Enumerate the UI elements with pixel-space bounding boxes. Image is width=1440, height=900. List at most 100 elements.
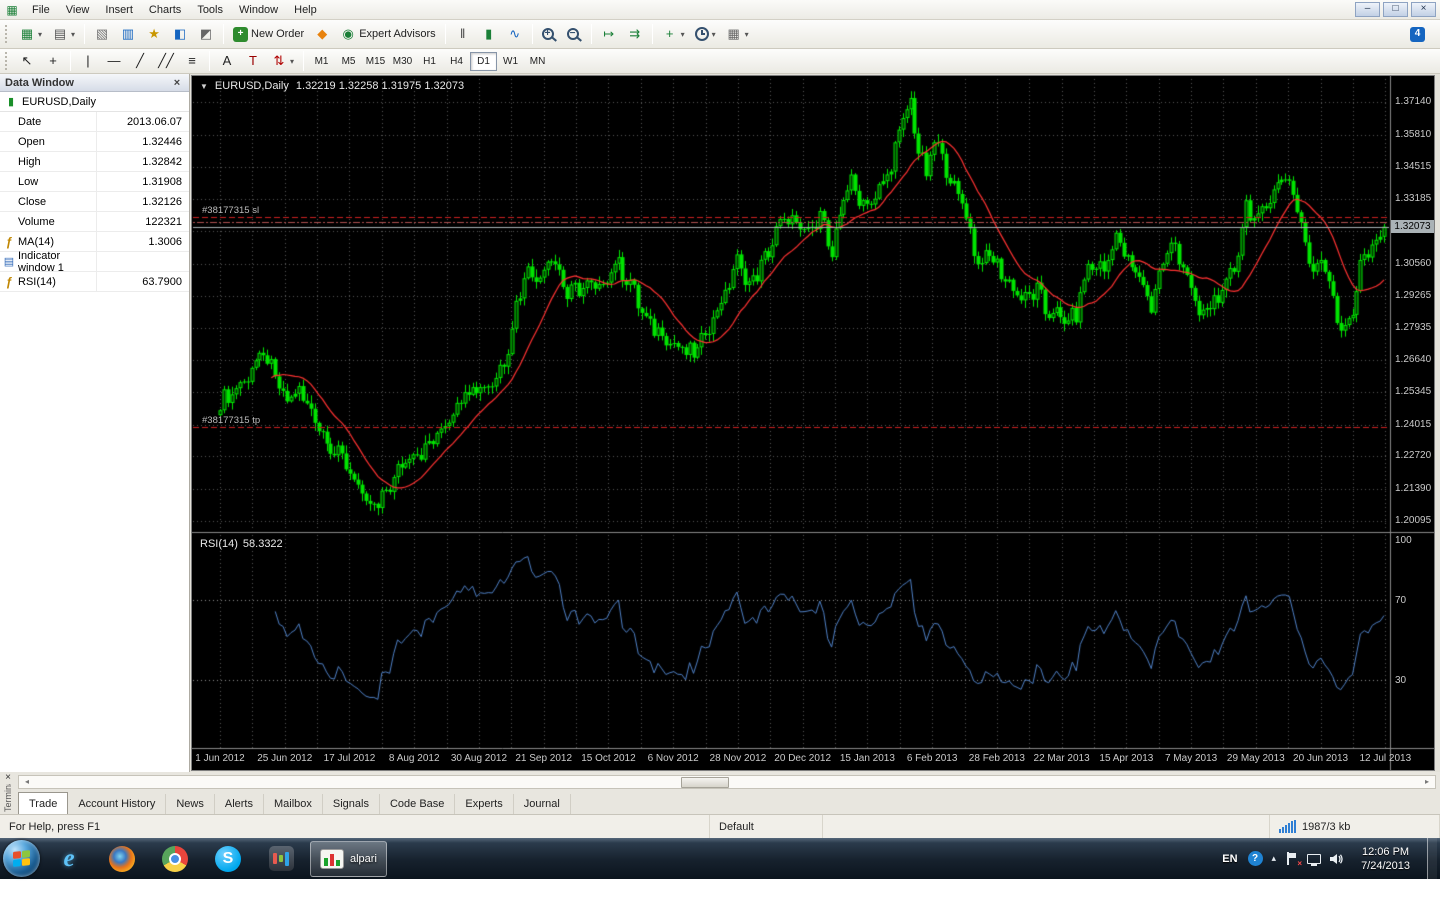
date-axis-label: 6 Feb 2013 [907,753,958,764]
new-chart-button[interactable]: ▦▾ [14,23,47,45]
navigator-button[interactable]: ★ [141,23,167,45]
data-window-button[interactable]: ◧ [167,23,193,45]
system-tray: EN ? ▴ × 12:06 PM 7/24/2013 [1222,838,1437,879]
auto-scroll-button[interactable]: ↦ [596,23,622,45]
dropdown-arrow-icon: ▾ [681,30,685,39]
arrows-button[interactable]: ⇅▾ [266,50,299,72]
internet-explorer-button[interactable]: e [45,841,93,877]
menu-window[interactable]: Window [231,2,286,18]
timeframe-m15[interactable]: M15 [362,52,389,71]
menu-charts[interactable]: Charts [141,2,189,18]
zoom-in-button[interactable]: + [537,23,562,45]
channel-button[interactable]: ╱╱ [153,50,179,72]
tab-experts[interactable]: Experts [455,794,513,814]
cursor-button[interactable]: ↖ [14,50,40,72]
text-button[interactable]: A [214,50,240,72]
timeframe-d1[interactable]: D1 [470,52,497,71]
periods-button[interactable]: ▾ [690,23,721,45]
skype-button[interactable]: S [204,841,252,877]
timeframe-m30[interactable]: M30 [389,52,416,71]
metatrader-alpari-button[interactable]: alpari [310,841,387,877]
scroll-right-icon[interactable]: ▸ [1419,776,1435,788]
display-icon[interactable] [1307,854,1321,864]
chart-shift-button[interactable]: ⇉ [622,23,648,45]
indicators-button[interactable]: +▾ [657,23,690,45]
metaeditor-button[interactable]: ◆ [309,23,335,45]
menu-help[interactable]: Help [286,2,325,18]
candlestick-chart-button[interactable]: ▮ [476,23,502,45]
expert-advisors-button[interactable]: ◉Expert Advisors [335,23,440,45]
tab-mailbox[interactable]: Mailbox [264,794,323,814]
fibonacci-button[interactable]: ≡ [179,50,205,72]
bar-chart-button[interactable]: ‖ [450,23,476,45]
community-button[interactable]: 4 [1405,23,1430,45]
vertical-line-button[interactable]: | [75,50,101,72]
media-app-button[interactable] [257,841,305,877]
timeframe-mn[interactable]: MN [524,52,551,71]
tab-signals[interactable]: Signals [323,794,380,814]
chart-line-icon: ∿ [507,26,523,42]
terminal-close-icon[interactable]: × [5,772,11,784]
scroll-left-icon[interactable]: ◂ [19,776,35,788]
zoom-out-button[interactable]: − [562,23,587,45]
date-axis-label: 21 Sep 2012 [515,753,572,764]
action-center-icon[interactable]: × [1285,852,1298,865]
timeframe-h1[interactable]: H1 [416,52,443,71]
restore-button[interactable]: □ [1383,2,1408,17]
date-axis-label: 1 Jun 2012 [195,753,245,764]
strategy-tester-icon: ◩ [198,26,214,42]
scrollbar-thumb[interactable] [681,777,729,788]
close-icon[interactable]: × [170,77,184,89]
new-order-button[interactable]: +New Order [228,23,309,45]
price-chart-canvas[interactable] [192,76,1434,770]
strategy-tester-button[interactable]: ◩ [193,23,219,45]
start-button[interactable] [3,840,40,877]
menu-tools[interactable]: Tools [189,2,231,18]
window-controls: – □ × [1355,2,1436,17]
date-axis-label: 17 Jul 2012 [324,753,376,764]
help-icon[interactable]: ? [1248,851,1263,866]
quick-trade-arrow-icon[interactable]: ▼ [200,82,208,91]
timeframe-h4[interactable]: H4 [443,52,470,71]
market-watch-button[interactable]: ▥ [115,23,141,45]
tray-expand-icon[interactable]: ▴ [1272,853,1277,864]
taskbar-apps: e Salpari [45,841,387,877]
volume-icon[interactable] [1330,853,1344,865]
skype-icon: S [215,846,241,872]
tab-account-history[interactable]: Account History [68,794,166,814]
tab-alerts[interactable]: Alerts [215,794,264,814]
timeframe-m5[interactable]: M5 [335,52,362,71]
tab-code-base[interactable]: Code Base [380,794,455,814]
status-profile[interactable]: Default [710,815,823,838]
tab-journal[interactable]: Journal [514,794,571,814]
show-desktop-button[interactable] [1427,838,1437,879]
minimize-button[interactable]: – [1355,2,1380,17]
horizontal-line-button[interactable]: — [101,50,127,72]
templates-button[interactable]: ▦▾ [721,23,754,45]
timeframe-m1[interactable]: M1 [308,52,335,71]
vline-icon: | [80,53,96,69]
horizontal-scrollbar[interactable]: ◂ ▸ [18,775,1436,789]
cursor-icon: ↖ [19,53,35,69]
media-app-icon [269,846,294,871]
tab-news[interactable]: News [166,794,215,814]
print-button[interactable]: ▤▾ [47,23,80,45]
close-button[interactable]: × [1411,2,1436,17]
tab-trade[interactable]: Trade [18,792,68,814]
crosshair-button[interactable]: + [40,50,66,72]
text-icon: A [219,53,235,69]
dropdown-arrow-icon: ▾ [71,30,75,39]
profiles-button[interactable]: ▧ [89,23,115,45]
chrome-button[interactable] [151,841,199,877]
timeframe-w1[interactable]: W1 [497,52,524,71]
menu-insert[interactable]: Insert [97,2,141,18]
line-chart-button[interactable]: ∿ [502,23,528,45]
taskbar-clock[interactable]: 12:06 PM 7/24/2013 [1354,845,1417,873]
firefox-button[interactable] [98,841,146,877]
text-label-button[interactable]: T [240,50,266,72]
language-indicator[interactable]: EN [1222,853,1237,865]
rsi-indicator-label: RSI(14) 58.3322 [200,538,283,550]
menu-view[interactable]: View [58,2,98,18]
menu-file[interactable]: File [24,2,58,18]
trendline-button[interactable]: ╱ [127,50,153,72]
